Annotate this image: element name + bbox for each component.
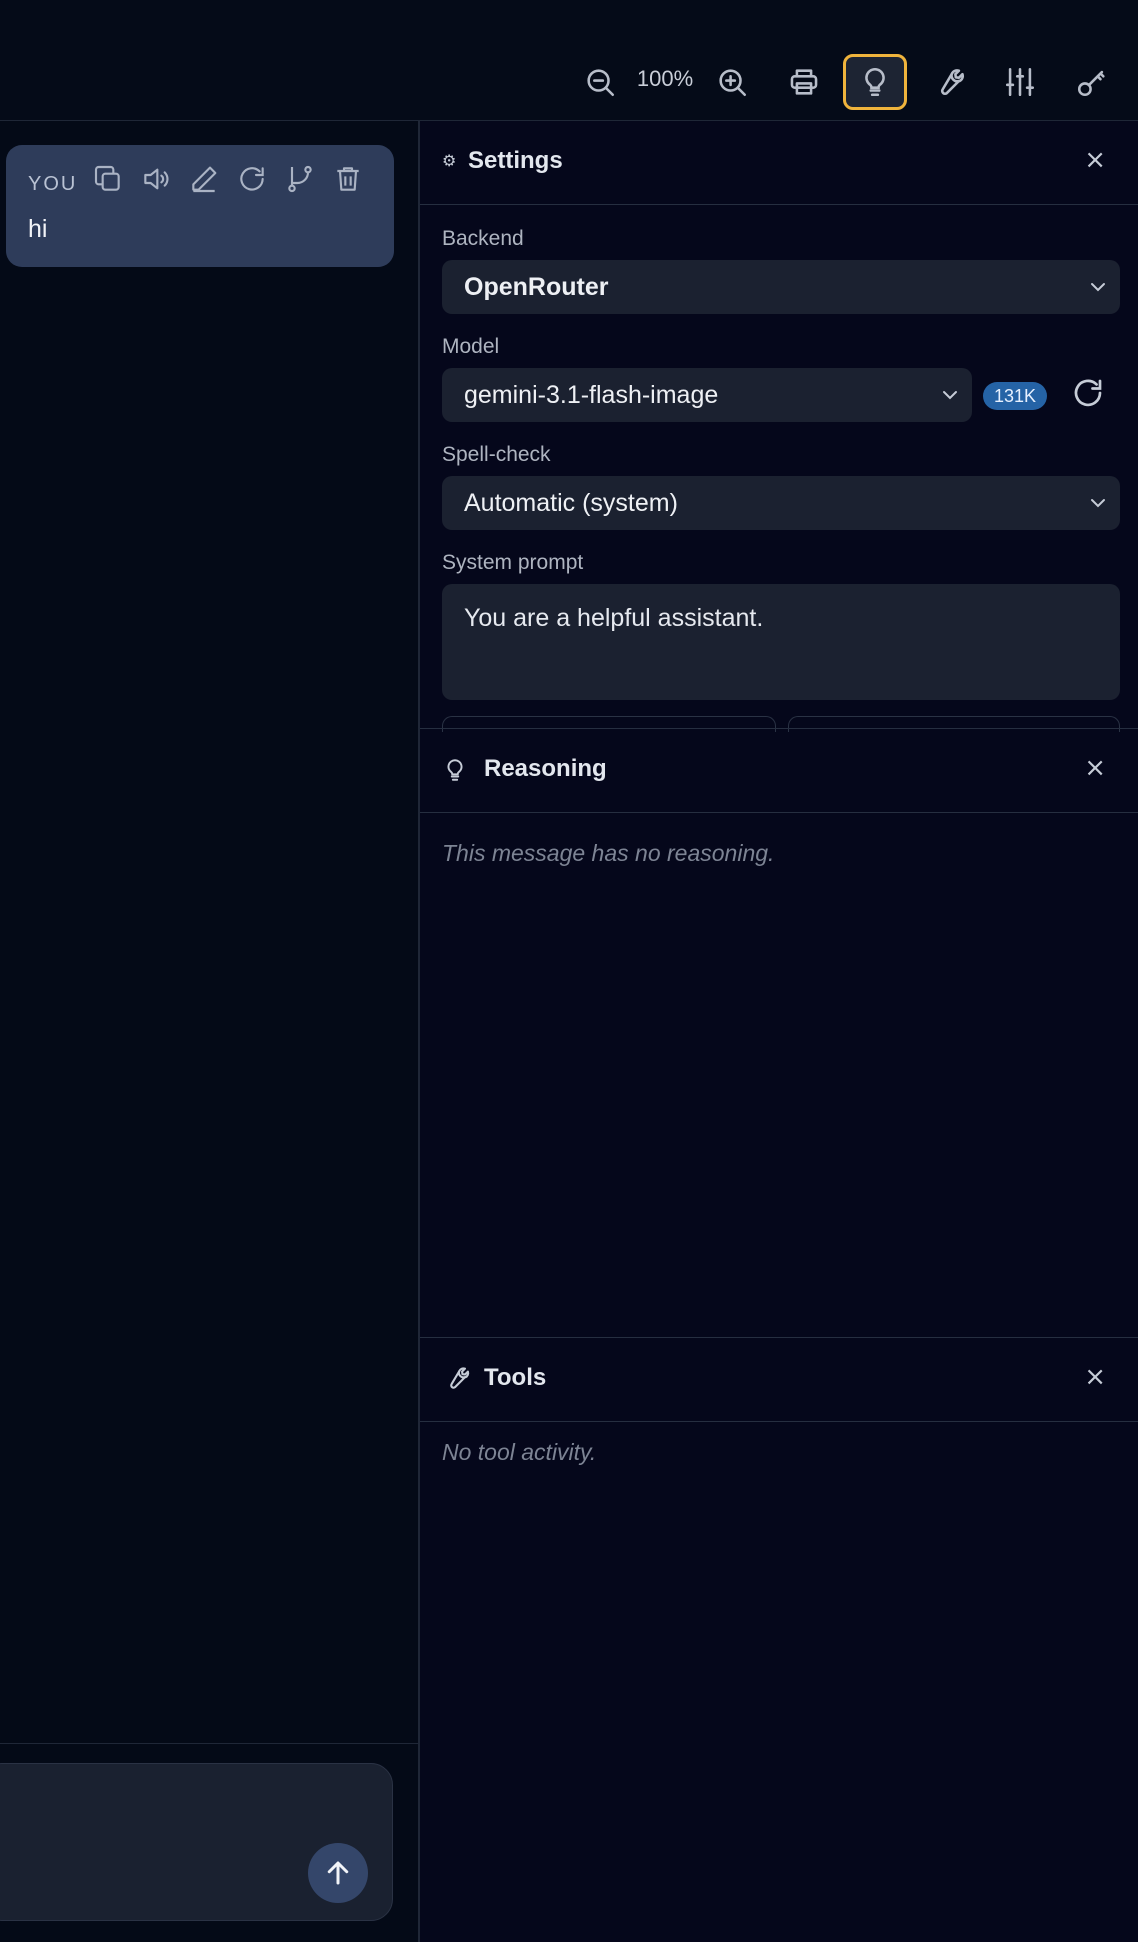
spellcheck-value: Automatic (system) (464, 488, 678, 517)
model-value: gemini-3.1-flash-image (464, 380, 719, 409)
system-prompt-label: System prompt (442, 551, 584, 574)
spellcheck-label: Spell-check (442, 443, 551, 466)
chevron-down-icon (943, 391, 957, 400)
chevron-down-icon (1091, 283, 1105, 292)
gear-icon: ⚙ (442, 151, 457, 170)
reasoning-title: Reasoning (484, 755, 607, 782)
settings-header: ⚙ Settings × (420, 121, 1138, 205)
zoom-in-icon[interactable] (706, 56, 758, 108)
spellcheck-select[interactable]: Automatic (system) (442, 476, 1120, 530)
arrow-up-icon (327, 1861, 349, 1885)
context-size-badge: 131K (983, 382, 1047, 410)
sliders-icon[interactable] (994, 56, 1046, 108)
wrench-icon (442, 1364, 470, 1392)
trash-icon[interactable] (330, 161, 366, 197)
printer-icon[interactable] (778, 56, 830, 108)
tools-title: Tools (484, 1364, 547, 1391)
branch-icon[interactable] (282, 161, 318, 197)
side-panels: ⚙ Settings × Backend OpenRouter Model ge… (418, 121, 1138, 1942)
settings-close-button[interactable]: × (1084, 145, 1106, 175)
zoom-out-icon[interactable] (574, 56, 626, 108)
model-label: Model (442, 335, 500, 358)
reasoning-close-button[interactable]: × (1084, 753, 1106, 783)
refresh-models-button[interactable] (1070, 375, 1110, 415)
speaker-icon[interactable] (138, 161, 174, 197)
reasoning-header: Reasoning × (420, 729, 1138, 813)
backend-select[interactable]: OpenRouter (442, 260, 1120, 314)
composer-divider (0, 1743, 418, 1744)
zoom-level: 100% (636, 66, 694, 91)
lightbulb-icon (442, 755, 468, 785)
refresh-icon (1074, 379, 1102, 407)
settings-title: Settings (468, 147, 563, 174)
backend-label: Backend (442, 227, 524, 250)
regenerate-icon[interactable] (234, 161, 270, 197)
model-select[interactable]: gemini-3.1-flash-image (442, 368, 972, 422)
chevron-down-icon (1091, 499, 1105, 508)
user-message: YOU hi (6, 145, 394, 267)
tools-header: Tools × (420, 1338, 1138, 1422)
edit-icon[interactable] (186, 161, 222, 197)
system-prompt-input[interactable]: You are a helpful assistant. (442, 584, 1120, 700)
message-text: hi (28, 215, 48, 243)
tools-close-button[interactable]: × (1084, 1362, 1106, 1392)
top-toolbar: 100% (0, 0, 1138, 121)
reasoning-empty-text: This message has no reasoning. (442, 840, 775, 866)
tools-empty-text: No tool activity. (442, 1439, 597, 1465)
key-icon[interactable] (1066, 56, 1118, 108)
send-button[interactable] (308, 1843, 368, 1903)
wrench-icon[interactable] (922, 56, 974, 108)
copy-icon[interactable] (90, 161, 126, 197)
lightbulb-icon[interactable] (843, 54, 907, 110)
chat-column: YOU hi (0, 121, 418, 1942)
backend-value: OpenRouter (464, 272, 609, 301)
message-author: YOU (28, 173, 78, 195)
